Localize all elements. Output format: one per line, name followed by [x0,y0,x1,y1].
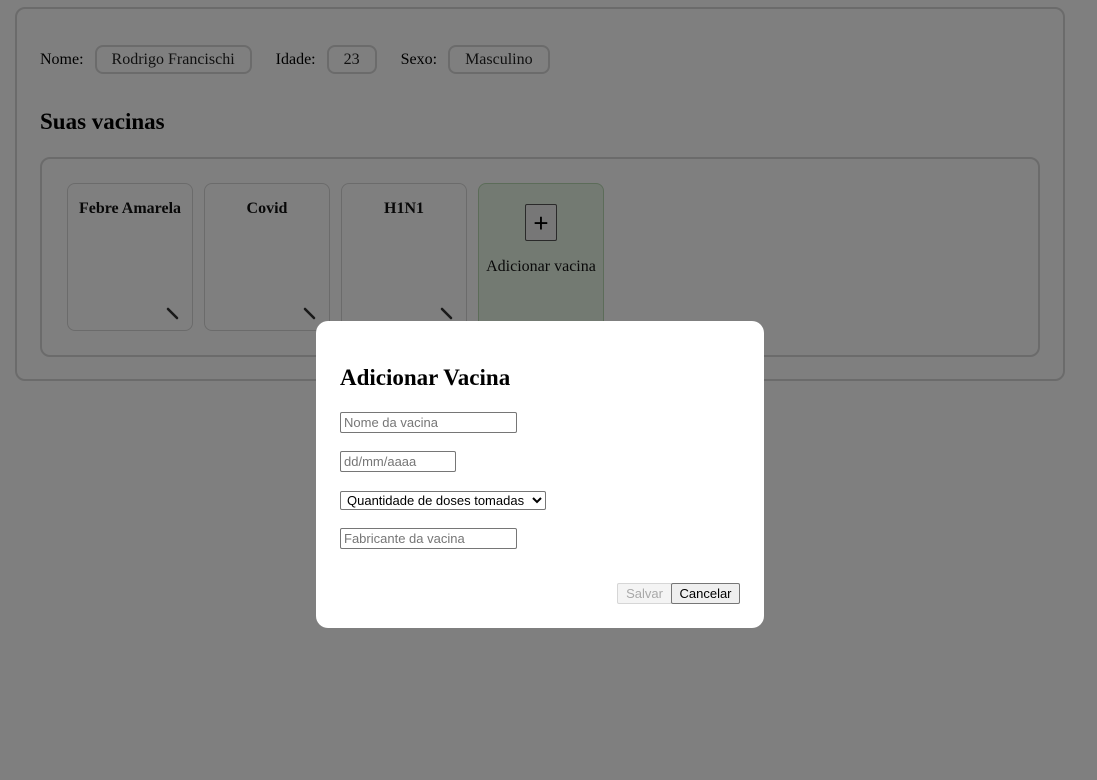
doses-select[interactable]: Quantidade de doses tomadas [340,491,546,510]
vaccine-name-input[interactable] [340,412,517,433]
cancel-button[interactable]: Cancelar [671,583,740,604]
save-button[interactable]: Salvar [617,583,672,604]
modal-title: Adicionar Vacina [340,365,511,390]
vaccine-date-input[interactable] [340,451,456,472]
add-vaccine-modal: Adicionar Vacina Quantidade de doses tom… [316,321,764,628]
manufacturer-input[interactable] [340,528,517,549]
app-page: Nome: Rodrigo Francischi Idade: 23 Sexo:… [0,0,1097,780]
